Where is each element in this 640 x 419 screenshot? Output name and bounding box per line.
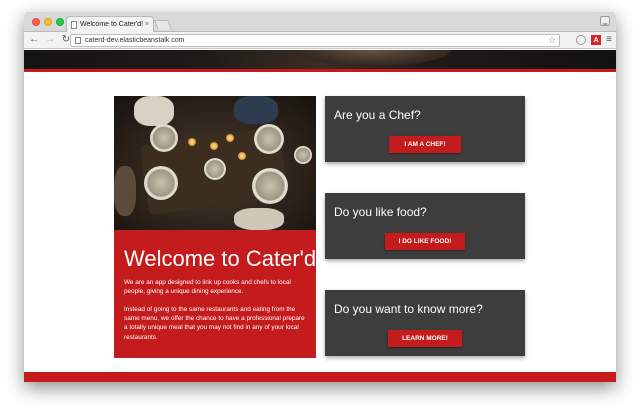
extension-circle-icon[interactable] <box>576 35 587 45</box>
address-bar[interactable]: caterd-dev.elasticbeanstalk.com ☆ <box>70 34 560 47</box>
food-plate <box>254 124 284 154</box>
extension-red-icon[interactable]: A <box>591 35 602 45</box>
close-window-button[interactable] <box>32 18 40 26</box>
food-plate <box>294 146 312 164</box>
learn-more-button[interactable]: LEARN MORE! <box>388 330 462 347</box>
food-question: Do you like food? <box>334 205 427 219</box>
hero-banner-image <box>24 50 616 69</box>
chef-card: Are you a Chef? I AM A CHEF! <box>325 96 525 162</box>
welcome-title: Welcome to Cater'd! <box>124 246 323 271</box>
hero-plate-image <box>292 50 452 66</box>
welcome-paragraph-1: We are an app designed to link up cooks … <box>124 279 291 296</box>
browser-window: Welcome to Cater'd! × ▁ ← → ↻ caterd-dev… <box>24 12 616 382</box>
back-arrow-icon[interactable]: ← <box>28 34 40 46</box>
candle-light <box>238 152 246 160</box>
maximize-window-button[interactable] <box>56 18 64 26</box>
welcome-paragraph-2: Instead of going to the same restaurants… <box>124 306 305 341</box>
candle-light <box>210 142 218 150</box>
candle-light <box>188 138 196 146</box>
header-red-strip <box>24 69 616 72</box>
food-plate <box>150 124 178 152</box>
diner-arm <box>114 166 136 216</box>
learn-more-question: Do you want to know more? <box>334 302 483 316</box>
url-text[interactable]: caterd-dev.elasticbeanstalk.com <box>85 37 548 44</box>
star-icon[interactable]: ☆ <box>548 35 556 46</box>
diner-arm <box>134 96 174 126</box>
welcome-panel: Welcome to Cater'd! We are an app design… <box>114 96 322 358</box>
food-plate <box>252 168 288 204</box>
hamburger-menu-icon[interactable]: ≡ <box>606 35 612 45</box>
chef-question: Are you a Chef? <box>334 108 421 122</box>
new-tab-button[interactable] <box>154 20 172 30</box>
diner-arm <box>234 208 284 230</box>
page-info-icon[interactable] <box>75 37 81 44</box>
footer-red-bar <box>24 372 616 382</box>
profile-icon[interactable]: ▁ <box>600 16 610 26</box>
forward-arrow-icon[interactable]: → <box>44 34 56 46</box>
candle-light <box>226 134 234 142</box>
browser-tab[interactable]: Welcome to Cater'd! × <box>66 16 154 32</box>
food-plate <box>204 158 226 180</box>
tab-title: Welcome to Cater'd! <box>80 21 144 28</box>
minimize-window-button[interactable] <box>44 18 52 26</box>
page-viewport: Welcome to Cater'd! We are an app design… <box>24 50 616 382</box>
dining-table-photo <box>114 96 316 230</box>
tab-close-icon[interactable]: × <box>145 21 149 28</box>
page-icon <box>71 20 77 29</box>
browser-toolbar: ← → ↻ caterd-dev.elasticbeanstalk.com ☆ … <box>24 32 616 49</box>
food-plate <box>144 166 178 200</box>
i-do-like-food-button[interactable]: I DO LIKE FOOD! <box>385 233 465 250</box>
food-card: Do you like food? I DO LIKE FOOD! <box>325 193 525 259</box>
i-am-a-chef-button[interactable]: I AM A CHEF! <box>389 136 461 153</box>
learn-more-card: Do you want to know more? LEARN MORE! <box>325 290 525 356</box>
diner-arm <box>234 96 278 124</box>
tab-strip: Welcome to Cater'd! × ▁ <box>24 12 616 32</box>
